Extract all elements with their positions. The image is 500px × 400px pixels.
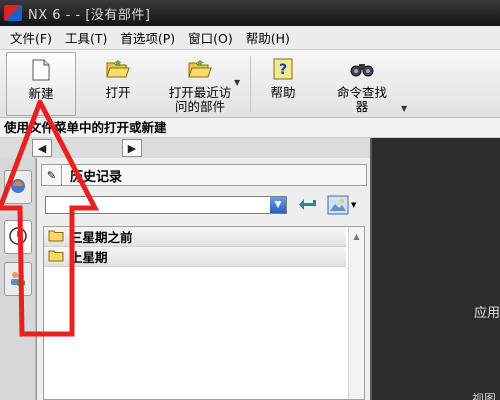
open-folder-icon <box>105 56 131 82</box>
back-button[interactable]: ◀ <box>32 139 52 157</box>
history-header: ✎ 历史记录 <box>41 164 367 186</box>
history-clock-icon <box>9 226 27 248</box>
toolbar-separator <box>250 56 251 112</box>
scroll-up-arrow-icon[interactable]: ▲ <box>349 229 364 243</box>
prompt-line: 使用文件菜单中的打开或新建 <box>0 118 500 138</box>
menu-help[interactable]: 帮助(H) <box>246 28 290 47</box>
navigation-strip: ◀ ▶ <box>0 138 370 158</box>
roles-icon <box>9 269 27 290</box>
menu-window[interactable]: 窗口(O) <box>188 28 233 47</box>
open-recent-label: 打开最近访问的部件 <box>168 85 232 114</box>
web-browser-tab[interactable] <box>4 170 32 204</box>
forward-arrow-icon: ▶ <box>127 141 137 155</box>
view-icon[interactable]: ▼ <box>327 194 359 216</box>
view-dropdown-arrow-icon[interactable]: ▼ <box>351 201 356 209</box>
history-list: 三星期之前 上星期 ▲ <box>43 226 365 400</box>
history-group[interactable]: 上星期 <box>44 247 346 267</box>
folder-icon <box>48 249 64 265</box>
back-arrow-icon: ◀ <box>37 141 47 155</box>
menu-preferences[interactable]: 首选项(P) <box>120 28 175 47</box>
help-button-label: 帮助 <box>270 85 296 100</box>
folder-icon <box>48 229 64 245</box>
new-document-icon <box>28 57 54 83</box>
menu-bar: 文件(F) 工具(T) 首选项(P) 窗口(O) 帮助(H) <box>0 26 500 50</box>
forward-button[interactable]: ▶ <box>122 139 142 157</box>
history-search-combo[interactable]: ▼ <box>45 196 287 214</box>
open-button-label: 打开 <box>105 85 131 100</box>
binoculars-icon <box>349 56 375 82</box>
history-scrollbar[interactable]: ▲ <box>348 227 364 399</box>
pin-icon[interactable]: ✎ <box>42 165 62 185</box>
history-group-label: 三星期之前 <box>70 230 133 245</box>
history-title: 历史记录 <box>70 169 123 185</box>
resource-bar <box>0 158 36 400</box>
graphics-area[interactable]: 应用 视图 <box>370 138 500 400</box>
help-button[interactable]: ? 帮助 <box>258 52 308 116</box>
new-button[interactable]: 新建 <box>6 52 76 116</box>
menu-tools[interactable]: 工具(T) <box>65 28 107 47</box>
standard-toolbar: 新建 打开 打开最近访问的部件 ▼ ? 帮助 命令查找器 ▼ <box>0 50 500 118</box>
open-button[interactable]: 打开 <box>90 52 146 116</box>
command-finder-button[interactable]: 命令查找器 <box>322 52 402 116</box>
title-bar: NX 6 - - [没有部件] <box>0 0 500 26</box>
toolbar-overflow-arrow-icon[interactable]: ▼ <box>401 104 407 113</box>
history-group-label: 上星期 <box>70 250 108 265</box>
go-arrow-icon[interactable] <box>297 196 319 214</box>
new-button-label: 新建 <box>28 86 54 101</box>
history-panel: ✎ 历史记录 ▼ ▼ 三星期之前 上星期 ▲ <box>36 158 370 400</box>
history-tab[interactable] <box>4 220 32 254</box>
command-finder-label: 命令查找器 <box>336 85 387 114</box>
svg-text:?: ? <box>279 62 287 78</box>
app-logo-icon <box>4 5 22 21</box>
recent-folder-icon <box>187 56 213 82</box>
browser-icon <box>10 178 26 197</box>
combo-dropdown-icon[interactable]: ▼ <box>270 197 286 213</box>
history-group[interactable]: 三星期之前 <box>44 227 346 247</box>
window-title: NX 6 - - [没有部件] <box>28 7 151 23</box>
menu-file[interactable]: 文件(F) <box>10 28 52 47</box>
application-label: 应用 <box>474 306 500 321</box>
open-recent-button[interactable]: 打开最近访问的部件 <box>158 52 242 116</box>
roles-tab[interactable] <box>4 262 32 296</box>
recent-dropdown-arrow-icon[interactable]: ▼ <box>234 78 240 87</box>
help-icon: ? <box>270 56 296 82</box>
view-label: 视图 <box>472 392 497 400</box>
